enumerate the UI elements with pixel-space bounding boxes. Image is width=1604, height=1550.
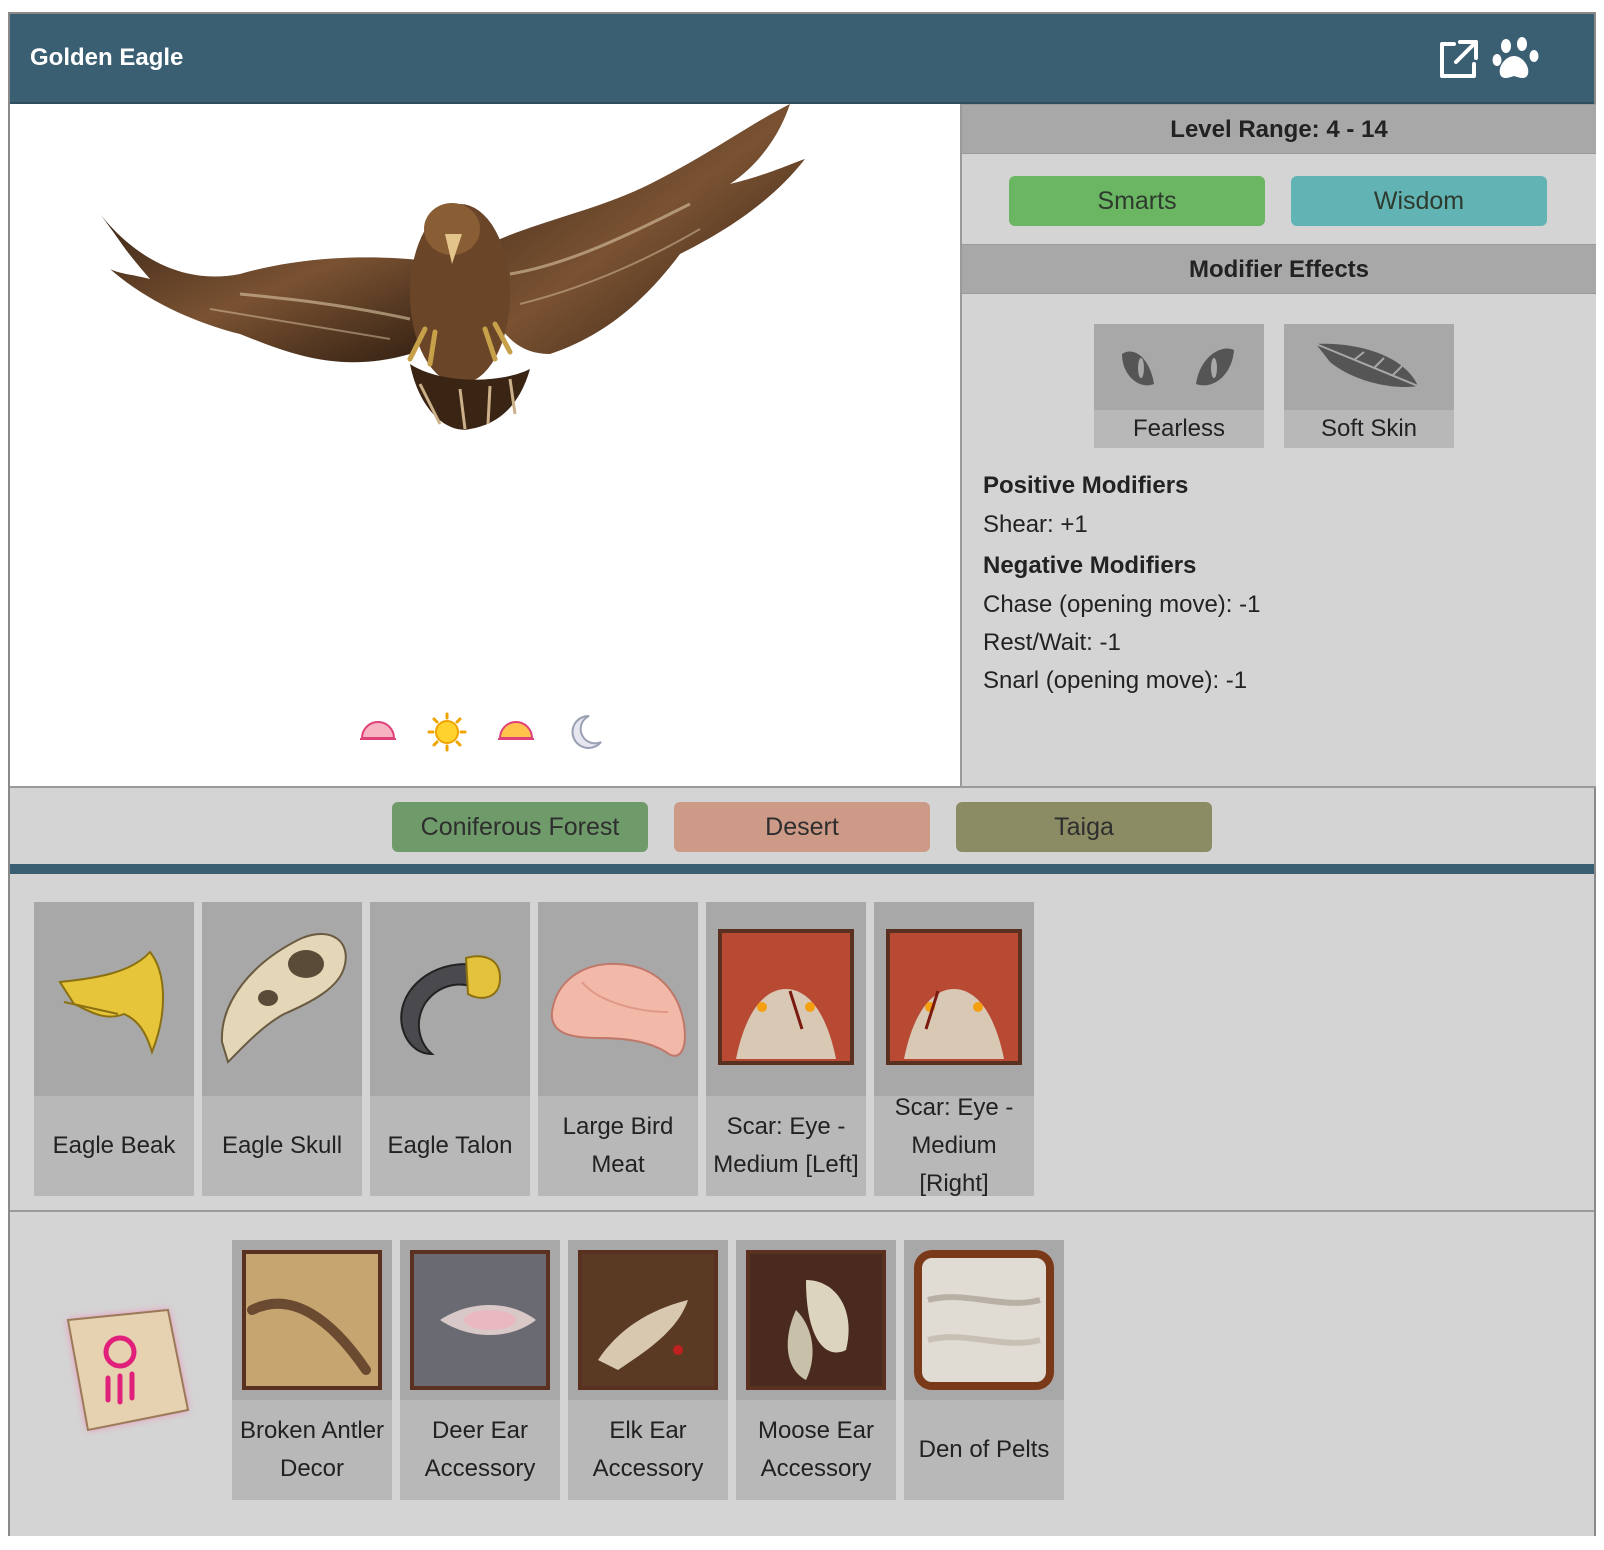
bird-meat-icon bbox=[538, 902, 698, 1096]
quest-scroll-icon bbox=[48, 1290, 208, 1450]
eyes-icon bbox=[1094, 324, 1264, 410]
elk-ear-icon bbox=[568, 1240, 728, 1400]
night-moon-icon bbox=[565, 712, 605, 752]
creature-panel: Golden Eagle Level Range: 4 - 14 Smarts … bbox=[8, 12, 1596, 1536]
effect-fearless[interactable]: Fearless bbox=[1094, 324, 1264, 448]
biome-row: Coniferous Forest Desert Taiga bbox=[10, 788, 1594, 864]
reward-deer-ear-accessory[interactable]: Deer Ear Accessory bbox=[400, 1240, 560, 1500]
drop-label: Large Bird Meat bbox=[538, 1096, 698, 1196]
drop-label: Eagle Talon bbox=[370, 1096, 530, 1196]
drops-grid: Eagle Beak Eagle Skull Eagle Talon Large… bbox=[10, 874, 1594, 1212]
modifier-effects-heading: Modifier Effects bbox=[962, 244, 1596, 294]
negative-modifiers-heading: Negative Modifiers bbox=[983, 552, 1197, 579]
panel-header: Golden Eagle bbox=[10, 14, 1594, 104]
wolf-scar-icon bbox=[706, 902, 866, 1096]
reward-elk-ear-accessory[interactable]: Elk Ear Accessory bbox=[568, 1240, 728, 1500]
moose-ear-icon bbox=[736, 1240, 896, 1400]
golden-eagle-image bbox=[90, 104, 830, 449]
creature-info-panel: Level Range: 4 - 14 Smarts Wisdom Modifi… bbox=[962, 104, 1596, 788]
eagle-talon-icon bbox=[370, 902, 530, 1096]
effect-label: Soft Skin bbox=[1284, 410, 1454, 448]
reward-label: Moose Ear Accessory bbox=[736, 1400, 896, 1500]
wolf-scar-icon bbox=[874, 902, 1034, 1096]
reward-den-of-pelts[interactable]: Den of Pelts bbox=[904, 1240, 1064, 1500]
eagle-skull-icon bbox=[202, 902, 362, 1096]
positive-modifier: Shear: +1 bbox=[983, 511, 1088, 538]
dawn-icon bbox=[358, 712, 398, 752]
positive-modifiers-heading: Positive Modifiers bbox=[983, 472, 1189, 499]
biome-taiga: Taiga bbox=[956, 802, 1212, 852]
antler-decor-icon bbox=[232, 1240, 392, 1400]
section-divider bbox=[10, 864, 1594, 874]
drop-label: Scar: Eye - Medium [Left] bbox=[706, 1096, 866, 1196]
creature-portrait-area bbox=[10, 104, 962, 788]
drop-eagle-talon[interactable]: Eagle Talon bbox=[370, 902, 530, 1196]
effect-soft-skin[interactable]: Soft Skin bbox=[1284, 324, 1454, 448]
negative-modifier: Snarl (opening move): -1 bbox=[983, 667, 1248, 694]
drop-large-bird-meat[interactable]: Large Bird Meat bbox=[538, 902, 698, 1196]
stat-smarts: Smarts bbox=[1009, 176, 1265, 226]
rewards-grid: Broken Antler Decor Deer Ear Accessory E… bbox=[10, 1212, 1594, 1536]
level-range: Level Range: 4 - 14 bbox=[962, 104, 1596, 154]
reward-label: Den of Pelts bbox=[904, 1400, 1064, 1500]
activity-time-icons bbox=[358, 712, 605, 752]
day-sun-icon bbox=[427, 712, 467, 752]
pelts-icon bbox=[904, 1240, 1064, 1400]
drop-label: Scar: Eye - Medium [Right] bbox=[874, 1094, 1034, 1197]
eagle-beak-icon bbox=[34, 902, 194, 1096]
drop-scar-eye-left[interactable]: Scar: Eye - Medium [Left] bbox=[706, 902, 866, 1196]
negative-modifier: Rest/Wait: -1 bbox=[983, 629, 1121, 656]
negative-modifier: Chase (opening move): -1 bbox=[983, 591, 1261, 618]
creature-title: Golden Eagle bbox=[30, 44, 184, 71]
drop-eagle-beak[interactable]: Eagle Beak bbox=[34, 902, 194, 1196]
biome-desert: Desert bbox=[674, 802, 930, 852]
drop-scar-eye-right[interactable]: Scar: Eye - Medium [Right] bbox=[874, 902, 1034, 1197]
reward-broken-antler-decor[interactable]: Broken Antler Decor bbox=[232, 1240, 392, 1500]
reward-label: Elk Ear Accessory bbox=[568, 1400, 728, 1500]
drop-label: Eagle Skull bbox=[202, 1096, 362, 1196]
effect-label: Fearless bbox=[1094, 410, 1264, 448]
stat-wisdom: Wisdom bbox=[1291, 176, 1547, 226]
dusk-icon bbox=[496, 712, 536, 752]
paw-icon[interactable] bbox=[1492, 36, 1540, 84]
reward-label: Deer Ear Accessory bbox=[400, 1400, 560, 1500]
external-link-icon[interactable] bbox=[1434, 36, 1482, 84]
reward-moose-ear-accessory[interactable]: Moose Ear Accessory bbox=[736, 1240, 896, 1500]
reward-label: Broken Antler Decor bbox=[232, 1400, 392, 1500]
drop-label: Eagle Beak bbox=[34, 1096, 194, 1196]
feather-icon bbox=[1284, 324, 1454, 410]
biome-coniferous-forest: Coniferous Forest bbox=[392, 802, 648, 852]
modifiers-list: Positive Modifiers Shear: +1 Negative Mo… bbox=[983, 472, 1260, 702]
deer-ear-icon bbox=[400, 1240, 560, 1400]
drop-eagle-skull[interactable]: Eagle Skull bbox=[202, 902, 362, 1196]
